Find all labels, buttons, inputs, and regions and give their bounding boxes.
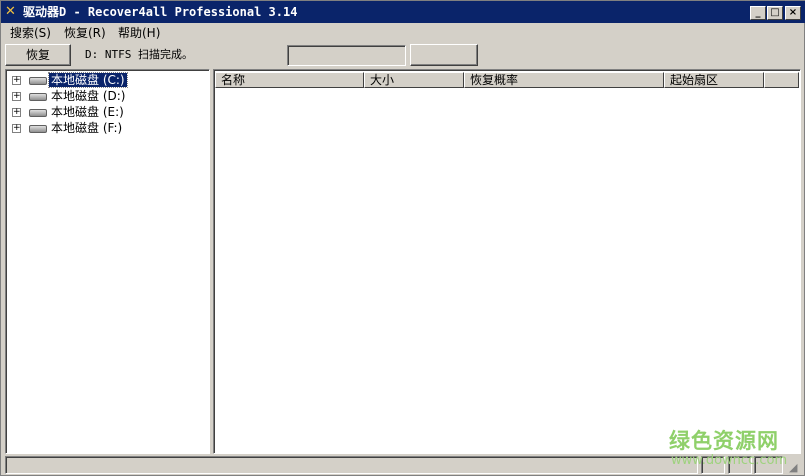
progress-field	[287, 45, 406, 66]
drive-icon	[29, 108, 47, 117]
minimize-button[interactable]: _	[750, 6, 766, 20]
column-recovery-probability[interactable]: 恢复概率	[464, 72, 664, 88]
column-size[interactable]: 大小	[364, 72, 464, 88]
menu-recover[interactable]: 恢复(R)	[64, 25, 106, 41]
drive-icon	[29, 124, 47, 133]
column-name[interactable]: 名称	[215, 72, 364, 88]
watermark-url: www.downcc.com	[671, 453, 788, 468]
column-filler	[764, 72, 799, 88]
tree-node-d[interactable]: + 本地磁盘 (D:)	[12, 88, 127, 104]
resize-grip-icon[interactable]: ◢	[789, 461, 797, 474]
recover-button[interactable]: 恢复	[5, 44, 71, 66]
tree-label: 本地磁盘 (D:)	[51, 89, 126, 103]
tree-node-f[interactable]: + 本地磁盘 (F:)	[12, 120, 124, 136]
expand-icon[interactable]: +	[12, 76, 21, 85]
close-button[interactable]: ×	[785, 6, 801, 20]
file-list[interactable]: 名称 大小 恢复概率 起始扇区	[213, 69, 801, 454]
tree-label: 本地磁盘 (E:)	[51, 105, 124, 119]
tree-node-c[interactable]: + 本地磁盘 (C:)	[12, 72, 128, 88]
tree-label: 本地磁盘 (F:)	[51, 121, 123, 135]
drive-tree[interactable]: + 本地磁盘 (C:) + 本地磁盘 (D:) + 本地磁盘 (E:) + 本地磁盘 (…	[5, 69, 210, 454]
expand-icon[interactable]: +	[12, 92, 21, 101]
title-bar: 驱动器D - Recover4all Professional 3.14	[1, 1, 805, 23]
column-start-sector[interactable]: 起始扇区	[664, 72, 764, 88]
menu-help[interactable]: 帮助(H)	[118, 25, 160, 41]
maximize-button[interactable]: □	[767, 6, 783, 20]
watermark-logo: 绿色资源网	[669, 429, 779, 453]
scan-status: D: NTFS 扫描完成。	[85, 48, 193, 61]
expand-icon[interactable]: +	[12, 108, 21, 117]
status-panel-main	[5, 456, 698, 474]
app-tools-icon: ✕	[5, 4, 16, 19]
tree-node-e[interactable]: + 本地磁盘 (E:)	[12, 104, 126, 120]
expand-icon[interactable]: +	[12, 124, 21, 133]
toolbar-blank-button[interactable]	[410, 44, 478, 66]
menu-search[interactable]: 搜索(S)	[10, 25, 51, 41]
drive-icon	[29, 92, 47, 101]
tree-label: 本地磁盘 (C:)	[48, 72, 128, 88]
drive-icon	[29, 76, 47, 85]
